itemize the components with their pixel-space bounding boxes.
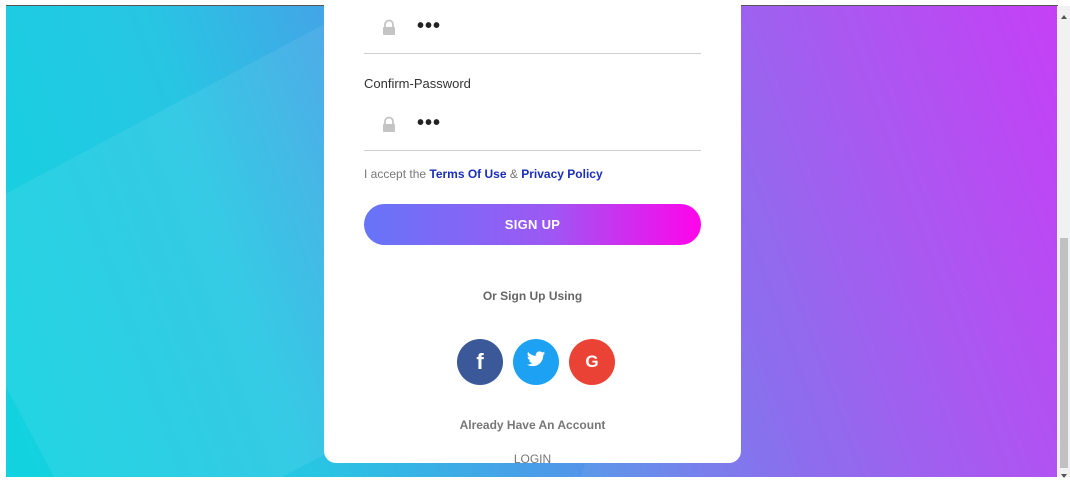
google-button[interactable]: G (569, 339, 615, 385)
twitter-icon (526, 351, 546, 373)
signup-card: ••• Confirm-Password ••• I accept the Te… (324, 0, 741, 466)
google-icon: G (585, 352, 599, 371)
login-link[interactable]: LOGIN (324, 452, 741, 466)
twitter-button[interactable] (513, 339, 559, 385)
vertical-scrollbar[interactable] (1058, 6, 1070, 478)
terms-ampersand: & (509, 167, 518, 181)
sign-up-button[interactable]: SIGN UP (364, 204, 701, 245)
scrollbar-thumb[interactable] (1060, 238, 1068, 468)
password-field[interactable]: ••• (364, 5, 701, 54)
or-sign-up-using-text: Or Sign Up Using (482, 289, 583, 303)
confirm-password-field[interactable]: ••• (364, 102, 701, 151)
confirm-password-value: ••• (417, 112, 442, 134)
privacy-policy-link[interactable]: Privacy Policy (521, 167, 602, 181)
scroll-down-icon[interactable] (1060, 467, 1068, 478)
already-have-account-text: Already Have An Account (459, 418, 606, 432)
scroll-up-icon[interactable] (1060, 8, 1068, 19)
facebook-icon: f (476, 349, 484, 374)
password-value: ••• (417, 15, 442, 37)
terms-prefix: I accept the (364, 167, 427, 181)
terms-of-use-link[interactable]: Terms Of Use (429, 167, 506, 181)
lock-icon (382, 116, 396, 134)
confirm-password-label: Confirm-Password (364, 76, 471, 91)
lock-icon (382, 19, 396, 37)
facebook-button[interactable]: f (457, 339, 503, 385)
terms-text: I accept the Terms Of Use & Privacy Poli… (364, 167, 603, 181)
